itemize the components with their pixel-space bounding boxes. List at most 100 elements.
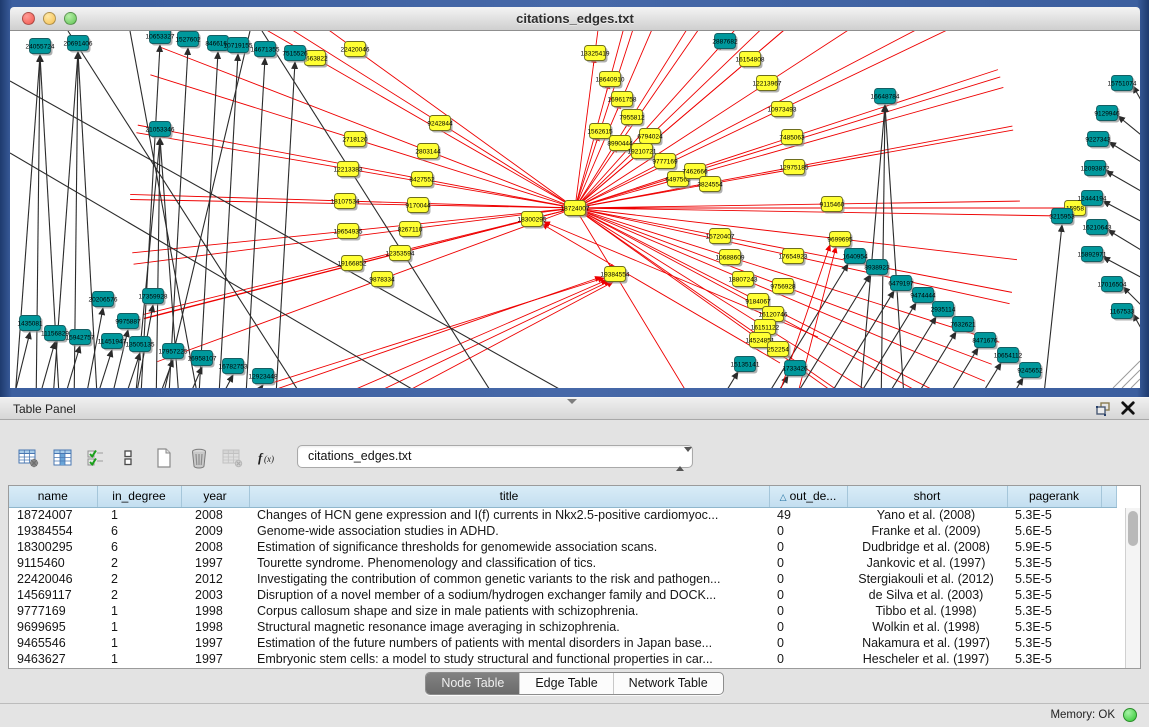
cell[interactable]: 22420046: [9, 571, 97, 587]
cell[interactable]: 2: [97, 555, 181, 571]
graph-node[interactable]: 9170044: [405, 198, 431, 215]
graph-node[interactable]: 9245652: [1017, 363, 1043, 380]
cell[interactable]: 5.3E-5: [1007, 619, 1101, 635]
graph-node[interactable]: 18300295: [518, 212, 547, 229]
cell[interactable]: 9463627: [9, 651, 97, 667]
resize-grip-icon[interactable]: [1113, 361, 1140, 388]
graph-node[interactable]: 7485063: [779, 130, 805, 147]
cell[interactable]: Yano et al. (2008): [847, 507, 1007, 523]
cell[interactable]: Tourette syndrome. Phenomenology and cla…: [249, 555, 769, 571]
graph-node[interactable]: 24055724: [26, 39, 55, 56]
graph-node[interactable]: 15135141: [731, 357, 760, 374]
graph-node[interactable]: 19166852: [338, 256, 367, 273]
cell[interactable]: Estimation of the future numbers of pati…: [249, 635, 769, 651]
table-row[interactable]: 1830029562008Estimation of significance …: [9, 539, 1117, 555]
cell[interactable]: 1998: [181, 619, 249, 635]
cell[interactable]: 5.3E-5: [1007, 587, 1101, 603]
graph-node[interactable]: 8267110: [398, 222, 423, 239]
graph-node[interactable]: 9878334: [369, 272, 395, 289]
cell[interactable]: Hescheler et al. (1997): [847, 651, 1007, 667]
graph-node[interactable]: 10973493: [768, 102, 797, 119]
graph-node[interactable]: 2718120: [342, 132, 368, 149]
graph-node[interactable]: 2935114: [931, 302, 956, 319]
cell[interactable]: Nakamura et al. (1997): [847, 635, 1007, 651]
graph-node[interactable]: 10654112: [994, 348, 1023, 365]
cell[interactable]: 2008: [181, 539, 249, 555]
graph-node[interactable]: 11451947: [98, 334, 127, 351]
cell[interactable]: 2008: [181, 507, 249, 523]
cell[interactable]: Investigating the contribution of common…: [249, 571, 769, 587]
graph-node[interactable]: 19654935: [334, 224, 363, 241]
cell[interactable]: 2: [97, 587, 181, 603]
graph-node[interactable]: 14671355: [251, 42, 280, 59]
cell[interactable]: 0: [769, 571, 847, 587]
table-settings-button[interactable]: [16, 444, 46, 472]
graph-node[interactable]: 1527602: [175, 32, 201, 49]
cell[interactable]: Disruption of a novel member of a sodium…: [249, 587, 769, 603]
cell[interactable]: 49: [769, 507, 847, 523]
graph-node[interactable]: 6794024: [637, 129, 663, 146]
column-header-year[interactable]: year: [181, 486, 249, 507]
graph-node[interactable]: 15720407: [706, 229, 735, 246]
graph-node[interactable]: 20206576: [89, 292, 118, 309]
graph-node[interactable]: 12213967: [753, 76, 782, 93]
table-row[interactable]: 969969511998Structural magnetic resonanc…: [9, 619, 1117, 635]
graph-node[interactable]: 12213383: [334, 162, 363, 179]
cell[interactable]: 1: [97, 507, 181, 523]
graph-node[interactable]: 1435081: [17, 316, 43, 333]
graph-node[interactable]: 17957225: [159, 344, 188, 361]
cell[interactable]: 5.3E-5: [1007, 651, 1101, 667]
graph-node[interactable]: 9699695: [827, 232, 853, 249]
cell[interactable]: 9115460: [9, 555, 97, 571]
graph-node[interactable]: 21053346: [146, 122, 175, 139]
graph-node[interactable]: 8471676: [972, 333, 998, 350]
graph-node[interactable]: 6479197: [888, 276, 914, 293]
graph-node[interactable]: 15942757: [66, 330, 95, 347]
cell[interactable]: 0: [769, 555, 847, 571]
select-attributes-button[interactable]: [84, 444, 114, 472]
cell[interactable]: 0: [769, 619, 847, 635]
cell[interactable]: Stergiakouli et al. (2012): [847, 571, 1007, 587]
graph-node[interactable]: 10653327: [146, 31, 175, 46]
graph-node[interactable]: 16210643: [1083, 220, 1112, 237]
graph-node[interactable]: 20691406: [64, 36, 93, 53]
delete-table-button[interactable]: [220, 444, 250, 472]
table-scrollbar[interactable]: [1125, 508, 1140, 668]
cell[interactable]: Changes of HCN gene expression and I(f) …: [249, 507, 769, 523]
table-row[interactable]: 911546021997Tourette syndrome. Phenomeno…: [9, 555, 1117, 571]
cell[interactable]: 2009: [181, 523, 249, 539]
cell[interactable]: 6: [97, 523, 181, 539]
graph-node[interactable]: 9975887: [115, 314, 141, 331]
graph-node[interactable]: 17359928: [139, 289, 168, 306]
column-header-short[interactable]: short: [847, 486, 1007, 507]
graph-node[interactable]: 3215953: [1049, 209, 1075, 226]
cell[interactable]: 1: [97, 619, 181, 635]
cell[interactable]: 0: [769, 603, 847, 619]
tab-network-table[interactable]: Network Table: [613, 673, 723, 694]
network-window-titlebar[interactable]: citations_edges.txt: [10, 7, 1140, 31]
tab-edge-table[interactable]: Edge Table: [519, 673, 612, 694]
cell[interactable]: 1997: [181, 651, 249, 667]
graph-node[interactable]: 18640910: [596, 72, 625, 89]
cell[interactable]: Dudbridge et al. (2008): [847, 539, 1007, 555]
graph-node[interactable]: 9115460: [820, 197, 845, 214]
cell[interactable]: 6: [97, 539, 181, 555]
network-canvas[interactable]: 1872400718300295193845542242004627181201…: [10, 31, 1140, 388]
graph-node[interactable]: 10719155: [224, 38, 253, 55]
citation-network-graph[interactable]: 1872400718300295193845542242004627181201…: [10, 31, 1140, 388]
cell[interactable]: 1: [97, 603, 181, 619]
column-header-out_de[interactable]: △out_de...: [769, 486, 847, 507]
cell[interactable]: 1997: [181, 635, 249, 651]
graph-node[interactable]: 9777169: [652, 154, 678, 171]
rows-button[interactable]: [118, 444, 148, 472]
graph-node[interactable]: 12353594: [386, 246, 415, 263]
graph-node[interactable]: 8427552: [409, 172, 435, 189]
graph-node[interactable]: 12923448: [249, 369, 278, 386]
graph-node[interactable]: 12093872: [1081, 161, 1110, 178]
cell[interactable]: Estimation of significance thresholds fo…: [249, 539, 769, 555]
cell[interactable]: Tibbo et al. (1998): [847, 603, 1007, 619]
cell[interactable]: 9465546: [9, 635, 97, 651]
graph-node[interactable]: 18107534: [331, 194, 360, 211]
attribute-table[interactable]: namein_degreeyeartitle△out_de...shortpag…: [9, 486, 1117, 667]
panel-splitter-handle[interactable]: [567, 399, 577, 404]
